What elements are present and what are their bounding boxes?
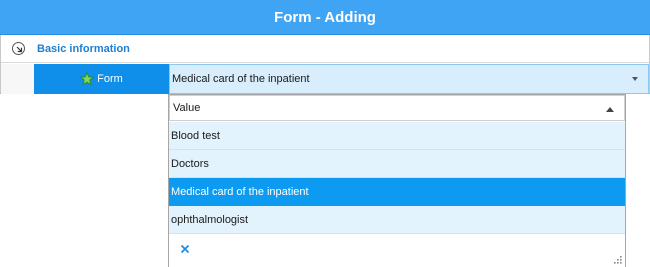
field-row-form: Form Medical card of the inpatient xyxy=(1,64,649,94)
chevron-down-icon[interactable] xyxy=(632,77,638,81)
list-item-label: Doctors xyxy=(171,157,209,170)
list-item[interactable]: ophthalmologist xyxy=(169,206,625,234)
resize-grip-icon[interactable] xyxy=(613,255,623,265)
dropdown-popup: Value Blood test Doctors Medical card of… xyxy=(168,94,626,267)
collapse-circle-arrow-icon[interactable] xyxy=(12,42,25,55)
dropdown-list: Blood test Doctors Medical card of the i… xyxy=(169,122,625,234)
field-label: Form xyxy=(97,73,123,85)
value-column-header[interactable]: Value xyxy=(169,95,625,121)
group-title: Basic information xyxy=(37,42,130,55)
list-item-label: Medical card of the inpatient xyxy=(171,185,309,198)
clear-x-icon[interactable] xyxy=(180,244,190,254)
window-title-bar: Form - Adding xyxy=(0,0,650,35)
list-item[interactable]: Doctors xyxy=(169,150,625,178)
form-select-value: Medical card of the inpatient xyxy=(172,73,310,85)
sort-ascending-icon[interactable] xyxy=(606,107,614,112)
list-item-label: ophthalmologist xyxy=(171,213,249,226)
value-column-header-label: Value xyxy=(173,102,201,114)
group-header-basic-information[interactable]: Basic information xyxy=(1,35,649,63)
list-item[interactable]: Blood test xyxy=(169,122,625,150)
list-item-selected[interactable]: Medical card of the inpatient xyxy=(169,178,625,206)
field-label-cell: Form xyxy=(34,64,169,94)
star-icon xyxy=(80,72,95,86)
window-title: Form - Adding xyxy=(274,8,376,26)
form-select[interactable]: Medical card of the inpatient xyxy=(169,64,649,94)
dropdown-footer xyxy=(169,234,625,267)
list-item-label: Blood test xyxy=(171,129,220,142)
form-area: Basic information Form Medical card of t… xyxy=(0,35,650,94)
